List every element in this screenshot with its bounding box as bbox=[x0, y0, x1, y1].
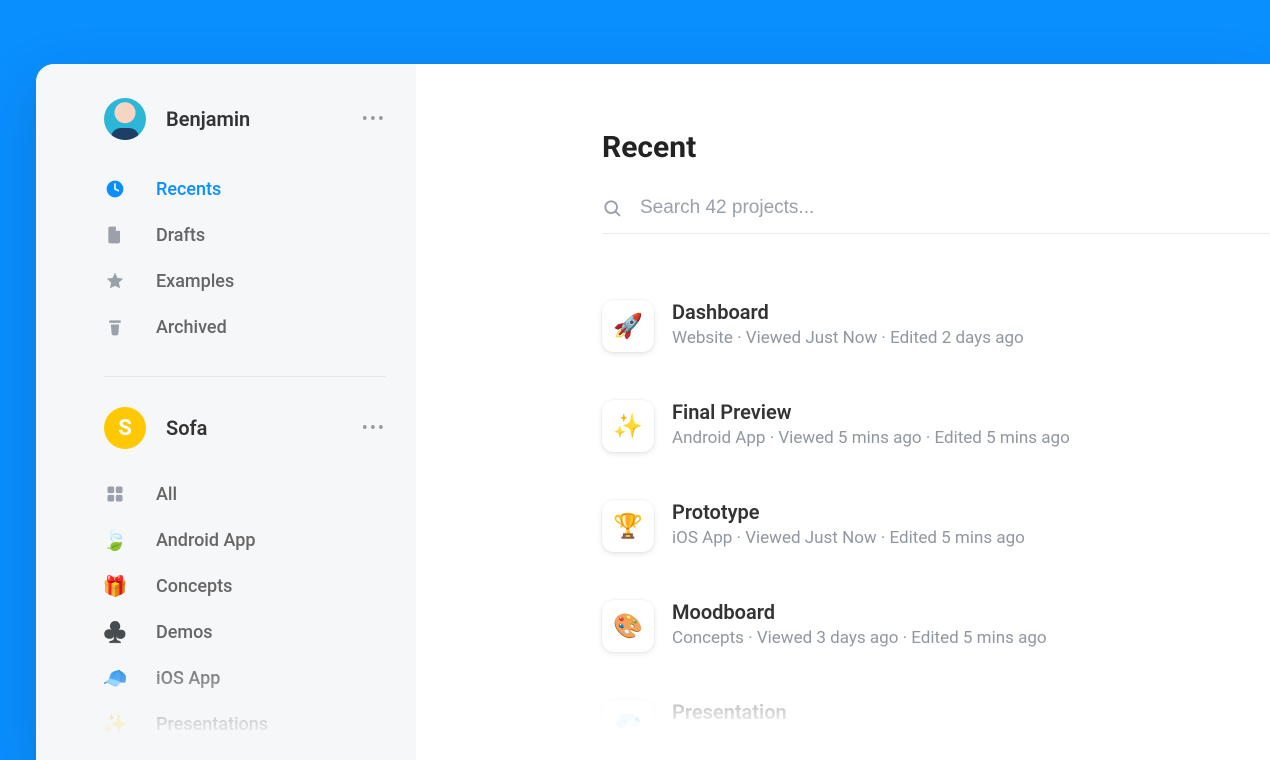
project-category: Concepts bbox=[672, 628, 744, 648]
workspace-item-label: Presentations bbox=[156, 714, 268, 735]
nav-item-archived[interactable]: Archived bbox=[104, 304, 386, 350]
app-window: Benjamin ••• Recents Drafts Examples Archiv… bbox=[36, 64, 1270, 760]
project-edited: Edited 5 mins ago bbox=[944, 728, 1079, 748]
project-item[interactable]: 🏆 Prototype iOS App · Viewed Just Now · Ed… bbox=[602, 482, 1270, 582]
project-meta: Android App · Viewed 5 mins ago · Edited… bbox=[672, 428, 1070, 448]
nav-list: Recents Drafts Examples Archived bbox=[104, 166, 386, 350]
project-edited: Edited 2 days ago bbox=[890, 328, 1024, 348]
project-title: Dashboard bbox=[672, 300, 1024, 324]
nav-label: Drafts bbox=[156, 225, 205, 246]
workspace-item-presentations[interactable]: ✨ Presentations bbox=[104, 701, 386, 747]
workspace-item-android[interactable]: 🍃 Android App bbox=[104, 517, 386, 563]
project-viewed: Viewed 5 mins ago bbox=[778, 428, 921, 448]
project-body: Dashboard Website · Viewed Just Now · Edi… bbox=[672, 300, 1024, 348]
project-meta: Presentations · Viewed 5 days ago · Edit… bbox=[672, 728, 1080, 748]
project-icon: 🎨 bbox=[602, 600, 654, 652]
project-item[interactable]: 🎨 Moodboard Concepts · Viewed 3 days ago ·… bbox=[602, 582, 1270, 682]
project-meta: iOS App · Viewed Just Now · Edited 5 min… bbox=[672, 528, 1025, 548]
project-viewed: Viewed 3 days ago bbox=[757, 628, 899, 648]
workspace-badge[interactable]: S bbox=[104, 407, 146, 449]
project-edited: Edited 5 mins ago bbox=[934, 428, 1069, 448]
workspace-item-all[interactable]: All bbox=[104, 471, 386, 517]
project-meta: Website · Viewed Just Now · Edited 2 day… bbox=[672, 328, 1024, 348]
file-icon bbox=[104, 224, 126, 246]
workspace-item-icon: ♣️ bbox=[104, 621, 126, 643]
workspace-item-label: All bbox=[156, 484, 177, 505]
project-title: Final Preview bbox=[672, 400, 1070, 424]
project-icon: ✨ bbox=[602, 400, 654, 452]
project-viewed: Viewed 5 days ago bbox=[790, 728, 932, 748]
project-meta: Concepts · Viewed 3 days ago · Edited 5 … bbox=[672, 628, 1047, 648]
sidebar: Benjamin ••• Recents Drafts Examples Archiv… bbox=[36, 64, 416, 760]
divider bbox=[104, 376, 386, 377]
workspace-name: Sofa bbox=[166, 416, 362, 440]
clock-icon bbox=[104, 178, 126, 200]
search-container bbox=[602, 197, 1270, 234]
star-icon bbox=[104, 270, 126, 292]
trash-icon bbox=[104, 316, 126, 338]
project-body: Moodboard Concepts · Viewed 3 days ago · … bbox=[672, 600, 1047, 648]
workspace-item-icon: 🎁 bbox=[104, 575, 126, 597]
search-icon bbox=[602, 198, 622, 218]
nav-label: Archived bbox=[156, 317, 227, 338]
project-title: Prototype bbox=[672, 500, 1025, 524]
nav-label: Recents bbox=[156, 179, 221, 200]
user-name: Benjamin bbox=[166, 107, 362, 131]
user-section: Benjamin ••• bbox=[104, 98, 386, 140]
project-viewed: Viewed Just Now bbox=[745, 528, 876, 548]
workspace-item-label: iOS App bbox=[156, 668, 220, 689]
workspace-item-icon: ✨ bbox=[104, 713, 126, 735]
project-category: Presentations bbox=[672, 728, 777, 748]
project-item[interactable]: ✨ Final Preview Android App · Viewed 5 min… bbox=[602, 382, 1270, 482]
workspace-item-icon: 🧢 bbox=[104, 667, 126, 689]
project-list: 🚀 Dashboard Website · Viewed Just Now · Ed… bbox=[602, 282, 1270, 760]
workspace-list: All 🍃 Android App 🎁 Concepts ♣️ Demos 🧢 iOS App ✨… bbox=[104, 471, 386, 747]
project-body: Prototype iOS App · Viewed Just Now · Edi… bbox=[672, 500, 1025, 548]
project-category: Android App bbox=[672, 428, 765, 448]
project-item[interactable]: 💎 Presentation Presentations · Viewed 5 da… bbox=[602, 682, 1270, 760]
workspace-section: S Sofa ••• bbox=[104, 407, 386, 449]
project-body: Final Preview Android App · Viewed 5 mins… bbox=[672, 400, 1070, 448]
nav-item-drafts[interactable]: Drafts bbox=[104, 212, 386, 258]
nav-label: Examples bbox=[156, 271, 234, 292]
user-menu-button[interactable]: ••• bbox=[362, 109, 386, 130]
nav-item-recents[interactable]: Recents bbox=[104, 166, 386, 212]
project-item[interactable]: 🚀 Dashboard Website · Viewed Just Now · Ed… bbox=[602, 282, 1270, 382]
project-title: Presentation bbox=[672, 700, 1080, 724]
project-body: Presentation Presentations · Viewed 5 day… bbox=[672, 700, 1080, 748]
main-content: Recent 🚀 Dashboard Website · Viewed Just N… bbox=[416, 64, 1270, 760]
project-category: Website bbox=[672, 328, 733, 348]
search-input[interactable] bbox=[640, 197, 1270, 219]
project-edited: Edited 5 mins ago bbox=[911, 628, 1046, 648]
workspace-item-label: Demos bbox=[156, 622, 213, 643]
workspace-item-label: Android App bbox=[156, 530, 256, 551]
page-title: Recent bbox=[602, 130, 1270, 165]
workspace-item-icon bbox=[104, 483, 126, 505]
workspace-item-ios[interactable]: 🧢 iOS App bbox=[104, 655, 386, 701]
nav-item-examples[interactable]: Examples bbox=[104, 258, 386, 304]
workspace-item-icon: 🍃 bbox=[104, 529, 126, 551]
workspace-menu-button[interactable]: ••• bbox=[362, 418, 386, 439]
workspace-item-concepts[interactable]: 🎁 Concepts bbox=[104, 563, 386, 609]
project-title: Moodboard bbox=[672, 600, 1047, 624]
project-icon: 🏆 bbox=[602, 500, 654, 552]
workspace-item-demos[interactable]: ♣️ Demos bbox=[104, 609, 386, 655]
project-icon: 🚀 bbox=[602, 300, 654, 352]
project-viewed: Viewed Just Now bbox=[746, 328, 877, 348]
project-icon: 💎 bbox=[602, 700, 654, 752]
workspace-item-label: Concepts bbox=[156, 576, 232, 597]
project-category: iOS App bbox=[672, 528, 732, 548]
project-edited: Edited 5 mins ago bbox=[890, 528, 1025, 548]
avatar[interactable] bbox=[104, 98, 146, 140]
